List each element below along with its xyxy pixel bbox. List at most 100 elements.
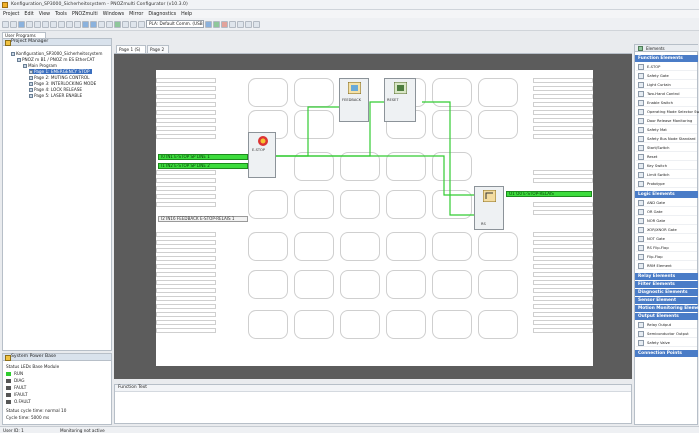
help-icon[interactable] — [253, 20, 260, 28]
element-item[interactable]: Reset — [636, 153, 697, 161]
element-item[interactable]: Enable Switch — [636, 99, 697, 107]
element-item[interactable]: Operating Mode Selector Switch — [636, 108, 699, 116]
estop-block[interactable]: E-STOP — [248, 132, 276, 178]
online-icon[interactable] — [213, 20, 220, 28]
element-item[interactable]: Safety Valve — [636, 339, 697, 347]
element-item[interactable]: Prototype — [636, 180, 697, 188]
estop-icon — [258, 136, 268, 146]
input-pin-estop-1[interactable]: I0 IN1 E-STOP SP LINE 1 — [158, 154, 248, 160]
section-4[interactable]: Diagnostic Elements — [635, 289, 698, 296]
cut-icon[interactable] — [34, 20, 41, 28]
tree-page-1[interactable]: Page 1: EMERGENCY STOP — [29, 69, 92, 74]
menu-view[interactable]: View — [39, 12, 50, 17]
zoom-out-icon[interactable] — [90, 20, 97, 28]
element-item[interactable]: E-STOP — [636, 63, 697, 71]
compare-icon[interactable] — [138, 20, 145, 28]
new-icon[interactable] — [2, 20, 9, 28]
grid-icon[interactable] — [98, 20, 105, 28]
element-item[interactable]: Start/Switch — [636, 144, 697, 152]
tab-page-1[interactable]: Page 1 (S) — [116, 45, 146, 53]
element-item[interactable]: NOR Gate — [636, 217, 697, 225]
settings-icon[interactable] — [245, 20, 252, 28]
element-item[interactable]: XOR/XNOR Gate — [636, 226, 697, 234]
section-5[interactable]: Sensor Element — [635, 297, 698, 304]
menu-pnozmulti[interactable]: PNOZmulti — [72, 12, 98, 17]
section-3[interactable]: Filter Elements — [635, 281, 698, 288]
element-item[interactable]: Flip-Flop — [636, 253, 697, 261]
element-item[interactable]: RS Flip-Flop — [636, 244, 697, 252]
elements-tab-label[interactable]: Elements — [646, 46, 665, 51]
undo-icon[interactable] — [58, 20, 65, 28]
status-bar: User ID: 1 Monitoring not active — [0, 426, 699, 433]
upload-icon[interactable] — [130, 20, 137, 28]
save-icon[interactable] — [18, 20, 25, 28]
menu-tools[interactable]: Tools — [55, 12, 67, 17]
tree-main-program[interactable]: Main Program — [23, 63, 57, 68]
element-icon — [638, 331, 644, 337]
element-item[interactable]: Two-Hand Control — [636, 90, 697, 98]
align-icon[interactable] — [106, 20, 113, 28]
output-pin-estop-relais[interactable]: O1 O0 E-STOP-RELAIS — [506, 191, 592, 197]
elements-tab-icon[interactable] — [638, 46, 643, 51]
delete-icon[interactable] — [74, 20, 81, 28]
print-icon[interactable] — [26, 20, 33, 28]
element-item[interactable]: RRM Element — [636, 262, 697, 270]
tab-page-2[interactable]: Page 2 — [147, 45, 169, 53]
section-0[interactable]: Function Elements — [635, 55, 698, 62]
element-item[interactable]: Key Switch — [636, 162, 697, 170]
menu-mirror[interactable]: Mirror — [129, 12, 143, 17]
redo-icon[interactable] — [66, 20, 73, 28]
paste-icon[interactable] — [50, 20, 57, 28]
comm-select[interactable]: PLA: Default Comm. (USB) — [146, 20, 204, 28]
element-item[interactable]: NOT Gate — [636, 235, 697, 243]
rs-flipflop-block[interactable]: RS — [474, 186, 504, 230]
section-6[interactable]: Motion Monitoring Elements — [635, 305, 699, 312]
connect-icon[interactable] — [205, 20, 212, 28]
tree-page-5[interactable]: Page 5: LASER ENABLE — [29, 93, 82, 98]
tree-project[interactable]: Konfiguration_SP3000_Sicherheitssystem — [11, 51, 102, 56]
input-pin-feedback[interactable]: I2 IN16 FEEDBACK E-STOP-RELAIS 1 — [158, 216, 248, 222]
input-pin-estop-2[interactable]: I1 IN2 E-STOP SP LINE 2 — [158, 163, 248, 169]
monitor-icon[interactable] — [229, 20, 236, 28]
tree-page-2[interactable]: Page 2: MUTING CONTROL — [29, 75, 90, 80]
element-item[interactable]: Limit Switch — [636, 171, 697, 179]
section-7[interactable]: Output Elements — [635, 313, 698, 320]
menu-edit[interactable]: Edit — [24, 12, 33, 17]
element-item[interactable]: Safety Mat — [636, 126, 697, 134]
open-icon[interactable] — [10, 20, 17, 28]
element-item[interactable]: Relay Output — [636, 321, 697, 329]
led-ofault: O.FAULT — [6, 399, 31, 404]
menu-help[interactable]: Help — [181, 12, 192, 17]
section-2[interactable]: Relay Elements — [635, 273, 698, 280]
compile-icon[interactable] — [114, 20, 121, 28]
section-1[interactable]: Logic Elements — [635, 191, 698, 198]
diagnostics-icon[interactable] — [237, 20, 244, 28]
page-icon — [29, 88, 33, 92]
menu-project[interactable]: Project — [3, 12, 19, 17]
element-label: NOT Gate — [647, 237, 665, 241]
tree-page-4[interactable]: Page 4: LOCK RELEASE — [29, 87, 82, 92]
element-item[interactable]: OR Gate — [636, 208, 697, 216]
zoom-in-icon[interactable] — [82, 20, 89, 28]
element-item[interactable]: Safety Gate — [636, 72, 697, 80]
element-item[interactable]: Semiconductor Output — [636, 330, 697, 338]
tree-page-3[interactable]: Page 3: INTERLOCKING MODE — [29, 81, 96, 86]
led-fault: FAULT — [6, 385, 26, 390]
download-icon[interactable] — [122, 20, 129, 28]
element-item[interactable]: AND Gate — [636, 199, 697, 207]
copy-icon[interactable] — [42, 20, 49, 28]
feedback-block[interactable]: FEEDBACK — [339, 78, 369, 122]
reset-block[interactable]: RESET — [384, 78, 416, 122]
program-canvas[interactable]: I0 IN1 E-STOP SP LINE 1 I1 IN2 E-STOP SP… — [156, 70, 593, 366]
element-item[interactable]: Safety Bus Node Standard — [636, 135, 697, 143]
section-8[interactable]: Connection Points — [635, 350, 698, 357]
element-label: Limit Switch — [647, 173, 670, 177]
element-item[interactable]: Door Release Monitoring — [636, 117, 697, 125]
tree-device[interactable]: PNOZ m B1 / PNOZ m ES EtherCAT — [17, 57, 95, 62]
menu-windows[interactable]: Windows — [103, 12, 124, 17]
element-icon — [638, 172, 644, 178]
stop-icon[interactable] — [221, 20, 228, 28]
led-fault-icon — [6, 386, 11, 390]
element-item[interactable]: Light Curtain — [636, 81, 697, 89]
menu-diagnostics[interactable]: Diagnostics — [148, 12, 176, 17]
